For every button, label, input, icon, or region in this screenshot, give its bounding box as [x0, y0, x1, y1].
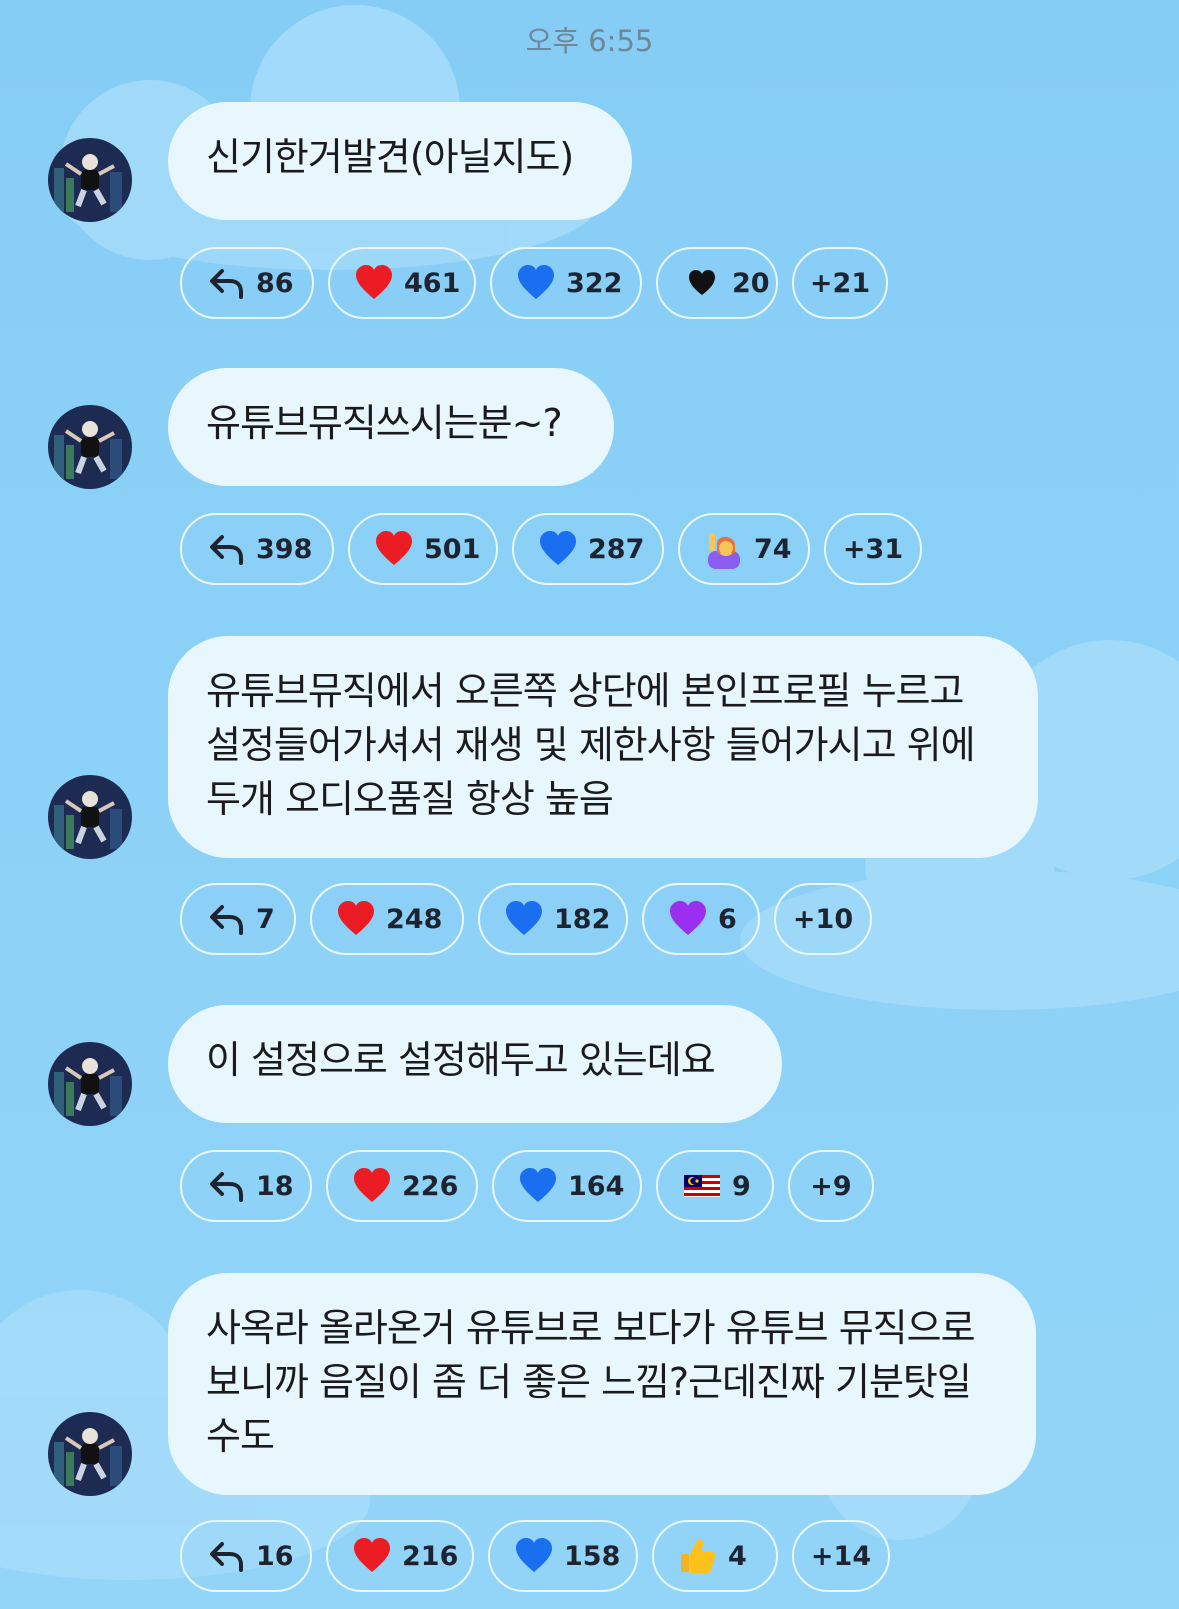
reaction-chip[interactable]: 226: [326, 1150, 478, 1222]
reaction-chip[interactable]: 164: [492, 1150, 642, 1222]
reply-count-button[interactable]: 398: [180, 513, 334, 585]
reaction-chip[interactable]: 20: [656, 247, 778, 319]
more-reactions-button[interactable]: +10: [774, 883, 872, 955]
avatar[interactable]: [48, 775, 132, 859]
reaction-bar: 16 216 158 4 +14: [180, 1520, 890, 1592]
reaction-count: 4: [728, 1540, 747, 1572]
reaction-bar: 398 501 287 74 +31: [180, 513, 922, 585]
reaction-chip[interactable]: 4: [652, 1520, 778, 1592]
avatar[interactable]: [48, 1042, 132, 1126]
reaction-count: +9: [810, 1170, 852, 1202]
reaction-chip[interactable]: 182: [478, 883, 628, 955]
malaysia-flag-icon: [682, 1166, 722, 1206]
reaction-chip[interactable]: 248: [310, 883, 464, 955]
reaction-bar: 7 248 182 6 +10: [180, 883, 872, 955]
reaction-count: +21: [809, 267, 871, 299]
avatar[interactable]: [48, 405, 132, 489]
reply-icon: [206, 1166, 246, 1206]
raising-hand-icon: [704, 529, 744, 569]
reaction-count: 216: [402, 1540, 459, 1572]
red-heart-icon: [352, 1536, 392, 1576]
reply-icon: [206, 1536, 246, 1576]
reaction-count: +10: [792, 903, 854, 935]
reaction-chip[interactable]: 9: [656, 1150, 774, 1222]
reply-count-button[interactable]: 16: [180, 1520, 312, 1592]
message-bubble[interactable]: 유튜브뮤직에서 오른쪽 상단에 본인프로필 누르고 설정들어가셔서 재생 및 제…: [168, 636, 1038, 858]
reaction-chip[interactable]: 74: [678, 513, 810, 585]
message-bubble[interactable]: 사옥라 올라온거 유튜브로 보다가 유튜브 뮤직으로 보니까 음질이 좀 더 좋…: [168, 1273, 1036, 1495]
reaction-chip[interactable]: 501: [348, 513, 498, 585]
reaction-count: 248: [386, 903, 443, 935]
reaction-count: 501: [424, 533, 481, 565]
reply-icon: [206, 899, 246, 939]
blue-heart-icon: [516, 263, 556, 303]
reply-icon: [206, 529, 246, 569]
reaction-count: 18: [256, 1170, 294, 1202]
reaction-count: 9: [732, 1170, 751, 1202]
reaction-bar: 18 226 164 9 +9: [180, 1150, 874, 1222]
thumbs-up-icon: [678, 1536, 718, 1576]
reaction-count: +31: [842, 533, 904, 565]
more-reactions-button[interactable]: +9: [788, 1150, 874, 1222]
reaction-chip[interactable]: 322: [490, 247, 642, 319]
message-bubble[interactable]: 신기한거발견(아닐지도): [168, 102, 632, 220]
more-reactions-button[interactable]: +14: [792, 1520, 890, 1592]
reaction-count: 7: [256, 903, 275, 935]
reaction-count: 182: [554, 903, 611, 935]
reaction-count: 20: [732, 267, 770, 299]
message-bubble[interactable]: 유튜브뮤직쓰시는분~?: [168, 368, 614, 486]
reaction-count: +14: [810, 1540, 872, 1572]
reply-icon: [206, 263, 246, 303]
avatar[interactable]: [48, 1412, 132, 1496]
reaction-count: 287: [588, 533, 645, 565]
red-heart-icon: [352, 1166, 392, 1206]
red-heart-icon: [374, 529, 414, 569]
reaction-chip[interactable]: 461: [328, 247, 476, 319]
reaction-chip[interactable]: 287: [512, 513, 664, 585]
blue-heart-icon: [538, 529, 578, 569]
black-heart-icon: [682, 263, 722, 303]
reply-count-button[interactable]: 18: [180, 1150, 312, 1222]
reaction-count: 6: [718, 903, 737, 935]
reply-count-button[interactable]: 86: [180, 247, 314, 319]
reaction-count: 226: [402, 1170, 459, 1202]
reaction-count: 74: [754, 533, 792, 565]
more-reactions-button[interactable]: +31: [824, 513, 922, 585]
reaction-count: 164: [568, 1170, 625, 1202]
reaction-bar: 86 461 322 20 +21: [180, 247, 888, 319]
reaction-count: 158: [564, 1540, 621, 1572]
blue-heart-icon: [514, 1536, 554, 1576]
reaction-count: 322: [566, 267, 623, 299]
reaction-count: 461: [404, 267, 461, 299]
red-heart-icon: [354, 263, 394, 303]
blue-heart-icon: [518, 1166, 558, 1206]
blue-heart-icon: [504, 899, 544, 939]
message-bubble[interactable]: 이 설정으로 설정해두고 있는데요: [168, 1005, 782, 1123]
reaction-chip[interactable]: 158: [488, 1520, 638, 1592]
more-reactions-button[interactable]: +21: [792, 247, 888, 319]
timestamp: 오후 6:55: [525, 24, 654, 58]
reaction-chip[interactable]: 216: [326, 1520, 474, 1592]
purple-heart-icon: [668, 899, 708, 939]
reaction-count: 86: [256, 267, 294, 299]
reply-count-button[interactable]: 7: [180, 883, 296, 955]
red-heart-icon: [336, 899, 376, 939]
reaction-chip[interactable]: 6: [642, 883, 760, 955]
reaction-count: 398: [256, 533, 313, 565]
reaction-count: 16: [256, 1540, 294, 1572]
avatar[interactable]: [48, 138, 132, 222]
